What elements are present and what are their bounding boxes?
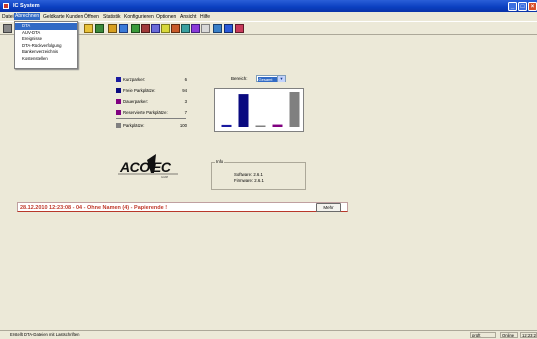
settings-icon[interactable] xyxy=(171,24,180,33)
mehr-button[interactable]: Mehr xyxy=(316,203,341,212)
clock-icon[interactable] xyxy=(201,24,210,33)
printer-icon[interactable] xyxy=(3,24,12,33)
logo-sub: GmbH xyxy=(161,176,168,179)
legend-value-dauerparker: 3 xyxy=(184,99,187,104)
status-message-box: 28.12.2010 12:23:08 - 04 - Ohne Namen (4… xyxy=(17,202,348,212)
folder-icon[interactable] xyxy=(84,24,93,33)
menu-statistik[interactable]: Statistik xyxy=(103,14,121,20)
menu-konfigurieren[interactable]: Konfigurieren xyxy=(124,14,154,20)
legend-value-kurzparker: 6 xyxy=(184,77,187,82)
menu-oeffnen[interactable]: Öffnen xyxy=(84,14,99,20)
legend-swatch-dauerparker xyxy=(116,99,121,104)
legend-label-freie: Freie Parkplätze: xyxy=(123,88,156,93)
software-version: Software: 2.6.1 xyxy=(234,172,263,177)
maximize-button[interactable]: □ xyxy=(518,1,527,11)
chart-svg xyxy=(221,92,300,127)
bar-2 xyxy=(255,125,266,127)
coins-icon[interactable] xyxy=(108,24,117,33)
title-bar: IC System _ □ × xyxy=(0,0,537,12)
menu-geldkarte[interactable]: Geldkarte xyxy=(43,14,65,20)
statusbar-panel-online: Online xyxy=(500,332,518,338)
abrechnen-dropdown: DTA AUV-DTA Ereignisse DTA-Rückverfolgun… xyxy=(14,21,78,69)
list-icon[interactable] xyxy=(161,24,170,33)
dropdown-item-kostenstellen[interactable]: Kostenstellen xyxy=(15,56,77,63)
close-button[interactable]: × xyxy=(528,1,537,11)
menu-abrechnen[interactable]: Abrechnen xyxy=(14,12,41,20)
legend-swatch-parkplaetze xyxy=(116,123,121,128)
menu-kunden[interactable]: Kunden xyxy=(66,14,83,20)
legend-divider xyxy=(116,118,186,119)
stats-icon[interactable] xyxy=(131,24,140,33)
bereich-value: Gesamt xyxy=(257,76,279,82)
legend-label-dauerparker: Dauerparker: xyxy=(123,99,149,104)
legend-value-reserviert: 7 xyxy=(184,110,187,115)
card-icon[interactable] xyxy=(119,24,128,33)
occupancy-chart xyxy=(214,88,304,132)
save-icon[interactable] xyxy=(224,24,233,33)
legend-swatch-kurzparker xyxy=(116,77,121,82)
bereich-select[interactable]: Gesamt ▼ xyxy=(256,75,286,82)
svg-text:ACO: ACO xyxy=(119,159,150,175)
bar-1 xyxy=(238,94,249,127)
info-group-title: Info xyxy=(215,159,225,164)
tools-icon[interactable] xyxy=(181,24,190,33)
network-icon[interactable] xyxy=(191,24,200,33)
legend-value-freie: 94 xyxy=(182,88,187,93)
statusbar-panel-pruefen: prüft xyxy=(470,332,496,338)
legend-label-parkplaetze: Parkplätze: xyxy=(123,123,145,128)
bar-3 xyxy=(272,124,283,127)
menu-optionen[interactable]: Optionen xyxy=(156,14,176,20)
chevron-down-icon[interactable]: ▼ xyxy=(277,76,285,82)
legend-swatch-freie xyxy=(116,88,121,93)
exit-icon[interactable] xyxy=(235,24,244,33)
document-icon[interactable] xyxy=(151,24,160,33)
bar-0 xyxy=(221,124,232,127)
minimize-button[interactable]: _ xyxy=(508,1,517,11)
info-group: Software: 2.6.1 Firmware: 2.6.1 xyxy=(211,162,306,190)
statusbar-clock: 12:23:23 xyxy=(520,332,537,338)
menu-bar: Datei Abrechnen Geldkarte Kunden Öffnen … xyxy=(0,12,537,21)
menu-ansicht[interactable]: Ansicht xyxy=(180,14,196,20)
status-message: 28.12.2010 12:23:08 - 04 - Ohne Namen (4… xyxy=(20,204,168,211)
window-title: IC System xyxy=(13,2,40,9)
chart-icon[interactable] xyxy=(141,24,150,33)
bar-4 xyxy=(289,92,300,127)
firmware-version: Firmware: 2.6.1 xyxy=(234,178,264,183)
legend-value-parkplaetze: 100 xyxy=(179,123,187,128)
menu-datei[interactable]: Datei xyxy=(2,14,14,20)
legend-swatch-reserviert xyxy=(116,110,121,115)
legend-label-kurzparker: Kurzparker: xyxy=(123,77,146,82)
toolbar xyxy=(0,21,537,35)
menu-hilfe[interactable]: Hilfe xyxy=(200,14,210,20)
help-icon[interactable] xyxy=(213,24,222,33)
bereich-label: Bereich: xyxy=(231,76,248,81)
acotec-logo: ACO EC GmbH xyxy=(118,154,178,179)
people-icon[interactable] xyxy=(95,24,104,33)
legend-label-reserviert: Reservierte Parkplätze: xyxy=(123,110,168,115)
app-icon xyxy=(3,3,9,9)
statusbar-text: Erstellt DTA-Dateien mit Lastschriften xyxy=(10,332,80,337)
